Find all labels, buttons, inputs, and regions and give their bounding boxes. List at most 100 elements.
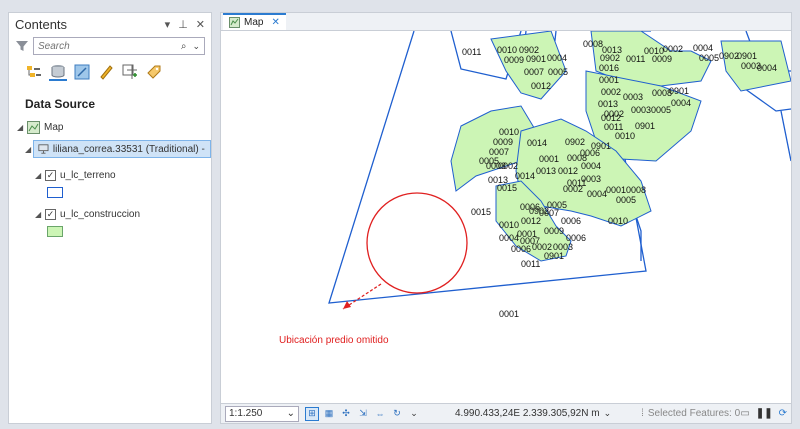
lot-label: 0004 — [671, 98, 691, 108]
tree-item-layer-construccion[interactable]: ◢ ✓ u_lc_construccion — [9, 204, 211, 224]
omitted-parcel-circle — [366, 192, 468, 294]
lot-label: 0902 — [565, 137, 585, 147]
map-drawing[interactable]: 0011 0010000909020901 00040007 000500120008… — [221, 31, 791, 403]
lot-label: 0001 — [539, 154, 559, 164]
lot-label: 0004 — [547, 53, 567, 63]
lot-label: 0009 — [652, 54, 672, 64]
lot-label: 0901 — [737, 51, 757, 61]
filter-icon[interactable] — [15, 39, 29, 53]
selected-features-icon: ⁞ — [641, 408, 644, 419]
lot-label: 0010 — [499, 127, 519, 137]
block-a[interactable] — [490, 31, 567, 100]
map-view-pane: Map ✕ 0011 0010 0009 0902 0901 0004 0007… — [220, 12, 792, 424]
chevron-down-icon[interactable]: ⌄ — [407, 407, 421, 421]
lot-label: 0009 — [493, 137, 513, 147]
search-row: ⌕ ⌄ — [9, 35, 211, 57]
contents-pane: Contents ▾ ⊥ ✕ ⌕ ⌄ — [8, 12, 212, 424]
rotate-icon[interactable]: ↻ — [390, 407, 404, 421]
lot-label: 0013 — [488, 175, 508, 185]
layer-visibility-checkbox[interactable]: ✓ — [45, 169, 56, 181]
lot-label: 0016 — [599, 63, 619, 73]
coordinates-readout: 4.990.433,24E 2.339.305,92N m — [455, 408, 600, 419]
tree-item-data-source[interactable]: ◢ liliana_correa.33531 (Traditional) - l… — [9, 139, 211, 159]
lot-label: 0003 — [631, 105, 651, 115]
lot-label: 0011 — [462, 47, 481, 57]
chevron-down-icon[interactable]: ⌄ — [287, 408, 295, 419]
lot-label: 0005 — [616, 195, 636, 205]
pause-icon[interactable]: ❚❚ — [756, 408, 773, 419]
full-extent-icon[interactable]: ⇲ — [356, 407, 370, 421]
list-by-drawing-order-icon[interactable] — [25, 63, 43, 81]
list-by-labeling-icon[interactable] — [145, 63, 163, 81]
lot-label: 0902 — [600, 53, 620, 63]
lot-label: 0901 — [635, 121, 655, 131]
list-by-snapping-icon[interactable] — [121, 63, 139, 81]
chevron-down-icon[interactable]: ⌄ — [604, 408, 612, 419]
refresh-icon[interactable]: ⟳ — [779, 408, 787, 419]
tab-map[interactable]: Map ✕ — [223, 13, 286, 30]
lot-label: 0012 — [531, 81, 551, 91]
lot-label: 0004 — [499, 233, 519, 243]
lot-label: 0005 — [547, 200, 567, 210]
lot-label: 0004 — [757, 63, 777, 73]
navigate-icon[interactable]: ⇔ — [373, 407, 387, 421]
close-icon[interactable]: ✕ — [271, 17, 279, 28]
list-by-editing-icon[interactable] — [97, 63, 115, 81]
lot-label: 0901 — [669, 86, 689, 96]
lot-label: 0014 — [515, 171, 535, 181]
map-status-bar: 1:1.250 ⌄ ⊞ ▦ ✣ ⇲ ⇔ ↻ ⌄ 4.990.433,24E 2.… — [221, 403, 791, 423]
database-connection-icon — [38, 144, 49, 154]
collapse-arrow-icon[interactable]: ◢ — [17, 123, 27, 132]
collapse-arrow-icon[interactable]: ◢ — [35, 171, 45, 180]
tree-item-layer-terreno[interactable]: ◢ ✓ u_lc_terreno — [9, 165, 211, 185]
layer-label: u_lc_terreno — [60, 169, 116, 181]
list-by-data-source-icon[interactable] — [49, 63, 67, 81]
lot-label: 0006 — [566, 233, 586, 243]
fixed-zoom-icon[interactable]: ✣ — [339, 407, 353, 421]
snapping-icon[interactable]: ⊞ — [305, 406, 319, 421]
map-canvas[interactable]: 0011 0010 0009 0902 0901 0004 0007 0005 0012 0008… — [221, 31, 791, 403]
lot-label: 0002 — [563, 184, 583, 194]
arcgis-pro-window: Contents ▾ ⊥ ✕ ⌕ ⌄ — [0, 0, 800, 429]
map-icon — [27, 120, 40, 134]
lot-label: 0007 — [520, 236, 540, 246]
lot-label: 0013 — [598, 99, 618, 109]
annotation-label: Ubicación predio omitido — [279, 335, 389, 346]
search-box[interactable]: ⌕ ⌄ — [33, 37, 205, 55]
contents-header: Contents ▾ ⊥ ✕ — [9, 13, 211, 35]
lot-label: 0004 — [581, 161, 601, 171]
lot-label: 0011 — [626, 54, 645, 64]
selected-features-status: ⁞ Selected Features: 0 — [641, 408, 740, 419]
data-source-label: liliana_correa.33531 (Traditional) - lil… — [52, 143, 206, 155]
lot-label: 0004 — [693, 43, 713, 53]
parcel-right-line[interactable] — [780, 110, 791, 162]
scale-dropdown[interactable]: 1:1.250 ⌄ — [225, 405, 299, 422]
pane-options-icon[interactable]: ▾ — [165, 18, 171, 31]
chevron-down-icon[interactable]: ⌄ — [192, 41, 200, 52]
terreno-symbol-swatch[interactable] — [47, 187, 63, 198]
lot-label: 0011 — [521, 259, 540, 269]
lot-label: 0013 — [536, 166, 556, 176]
lot-label: 0010 — [608, 216, 628, 226]
table-icon[interactable]: ▭ — [740, 408, 749, 419]
search-icon[interactable]: ⌕ — [181, 41, 187, 52]
construccion-symbol-swatch[interactable] — [47, 226, 63, 237]
data-source-selected[interactable]: liliana_correa.33531 (Traditional) - lil… — [33, 140, 211, 158]
lot-label: 0901 — [544, 251, 564, 261]
lot-label: 0005 — [651, 105, 671, 115]
collapse-arrow-icon[interactable]: ◢ — [35, 210, 45, 219]
lot-label: 0010 — [497, 45, 517, 55]
pin-icon[interactable]: ⊥ — [178, 18, 188, 31]
map-tab-strip: Map ✕ — [221, 13, 791, 31]
close-icon[interactable]: ✕ — [196, 18, 205, 31]
lot-label: 0009 — [504, 55, 524, 65]
tree-item-map[interactable]: ◢ Map — [9, 117, 211, 137]
collapse-arrow-icon[interactable]: ◢ — [25, 145, 33, 154]
grid-icon[interactable]: ▦ — [322, 407, 336, 421]
lot-label: 0005 — [548, 67, 568, 77]
search-input[interactable] — [38, 40, 177, 52]
layer-visibility-checkbox[interactable]: ✓ — [45, 208, 56, 220]
list-by-selection-icon[interactable] — [73, 63, 91, 81]
scale-value: 1:1.250 — [229, 408, 263, 419]
lot-label: 0001 — [599, 75, 619, 85]
